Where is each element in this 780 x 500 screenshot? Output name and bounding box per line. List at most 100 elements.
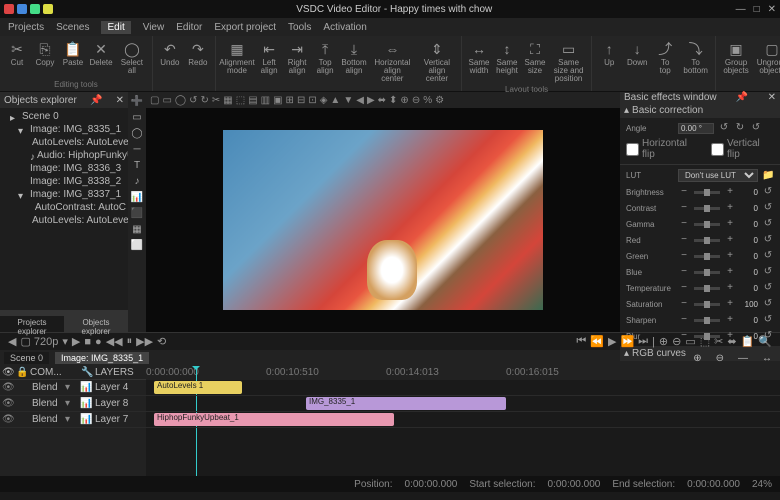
dec-button[interactable]: − — [678, 186, 690, 198]
preview-tool[interactable]: ◯ — [175, 95, 186, 106]
preview-tool[interactable]: ⚙ — [435, 95, 444, 106]
transport-button[interactable]: 🔍 — [758, 335, 772, 348]
same-width-button[interactable]: ↔Same width — [466, 38, 492, 77]
transport-button[interactable]: ⊖ — [672, 335, 681, 348]
layer-row[interactable]: 👁Blend▾📊Layer 7 — [0, 412, 146, 428]
tool-button[interactable]: ⬛ — [130, 206, 144, 220]
menu-activation[interactable]: Activation — [323, 22, 366, 33]
saturation-slider[interactable] — [694, 303, 720, 306]
inc-button[interactable]: + — [724, 266, 736, 278]
preview-canvas[interactable] — [146, 108, 620, 332]
brightness-slider[interactable] — [694, 191, 720, 194]
rotate-ccw-icon[interactable]: ↺ — [718, 122, 730, 134]
top-align-button[interactable]: ⤒Top align — [312, 38, 338, 77]
tool-button[interactable]: ▭ — [130, 110, 144, 124]
lut-select[interactable]: Don't use LUT — [678, 169, 758, 182]
maximize-icon[interactable]: □ — [754, 4, 760, 15]
menu-projects[interactable]: Projects — [8, 22, 44, 33]
copy-button[interactable]: ⎘Copy — [32, 38, 58, 69]
ungroup-objects-button[interactable]: ▢Ungroup objects — [754, 38, 780, 77]
left-align-button[interactable]: ⇤Left align — [256, 38, 282, 77]
tool-button[interactable]: 📊 — [130, 190, 144, 204]
preview-tool[interactable]: ⬌ — [378, 95, 386, 106]
transport-button[interactable]: ⏭ — [638, 335, 648, 348]
close-icon[interactable]: ✕ — [768, 4, 776, 15]
tool-button[interactable]: ♪ — [130, 174, 144, 188]
preview-tool[interactable]: ▶ — [367, 95, 375, 106]
red-slider[interactable] — [694, 239, 720, 242]
transport-button[interactable]: ▾ — [62, 335, 68, 348]
timeline-zoom[interactable]: ↔ — [758, 353, 776, 364]
tool-button[interactable]: T — [130, 158, 144, 172]
tool-button[interactable]: ⬜ — [130, 238, 144, 252]
minimize-icon[interactable]: — — [736, 4, 746, 15]
timeline-tab[interactable]: Image: IMG_8335_1 — [55, 352, 149, 364]
tree-item[interactable]: ▾Image: IMG_8337_1 — [2, 188, 126, 201]
dec-button[interactable]: − — [678, 218, 690, 230]
preview-tool[interactable]: ⊕ — [400, 95, 408, 106]
preview-tool[interactable]: ⬍ — [389, 95, 397, 106]
explorer-tab[interactable]: Projects explorer — [0, 316, 64, 332]
paste-button[interactable]: 📋Paste — [60, 38, 86, 69]
transport-button[interactable]: ■ — [84, 336, 91, 348]
sharpen-slider[interactable] — [694, 319, 720, 322]
preview-tool[interactable]: ⬚ — [236, 95, 245, 106]
preview-tool[interactable]: ◀ — [356, 95, 364, 106]
track[interactable]: HiphopFunkyUpbeat_1 — [146, 412, 780, 428]
section-basic-correction[interactable]: ▴ Basic correction — [620, 103, 780, 118]
temperature-slider[interactable] — [694, 287, 720, 290]
inc-button[interactable]: + — [724, 186, 736, 198]
to-bottom-button[interactable]: ⤵To bottom — [680, 38, 711, 77]
transport-button[interactable]: ▢ 720p — [20, 335, 58, 348]
preview-tool[interactable]: ↻ — [201, 95, 209, 106]
reset-icon[interactable]: ↺ — [762, 314, 774, 326]
preview-tool[interactable]: ⊖ — [412, 95, 420, 106]
preview-tool[interactable]: ◈ — [320, 95, 328, 106]
same-height-button[interactable]: ↕Same height — [494, 38, 520, 77]
reset-icon[interactable]: ↺ — [762, 298, 774, 310]
tree-item[interactable]: ▸Scene 0 — [2, 110, 126, 123]
inc-button[interactable]: + — [724, 314, 736, 326]
dec-button[interactable]: − — [678, 250, 690, 262]
rotate-cw-icon[interactable]: ↻ — [734, 122, 746, 134]
blue-slider[interactable] — [694, 271, 720, 274]
reset-icon[interactable]: ↺ — [762, 234, 774, 246]
transport-button[interactable]: ⏸ — [127, 335, 133, 348]
transport-button[interactable]: ▶ — [608, 335, 616, 348]
tree-item[interactable]: AutoLevels: AutoLeve — [2, 214, 126, 227]
clip[interactable]: IMG_8335_1 — [306, 397, 506, 410]
dec-button[interactable]: − — [678, 234, 690, 246]
menu-edit[interactable]: Edit — [101, 21, 130, 34]
layer-row[interactable]: 👁Blend▾📊Layer 8 — [0, 396, 146, 412]
track[interactable]: IMG_8335_1 — [146, 396, 780, 412]
close-panel-icon[interactable]: ✕ — [116, 95, 124, 106]
preview-tool[interactable]: ▼ — [343, 95, 353, 106]
transport-button[interactable]: ◀◀ — [106, 335, 123, 348]
reset-icon[interactable]: ↺ — [762, 186, 774, 198]
transport-button[interactable]: ▶ — [72, 335, 80, 348]
cut-button[interactable]: ✂Cut — [4, 38, 30, 69]
transport-button[interactable]: ⏪ — [590, 335, 604, 348]
select-all-button[interactable]: ◯Select all — [116, 38, 148, 77]
inc-button[interactable]: + — [724, 298, 736, 310]
transport-button[interactable]: ● — [95, 336, 102, 348]
to-top-button[interactable]: ⤴To top — [652, 38, 678, 77]
tool-button[interactable]: ▦ — [130, 222, 144, 236]
transport-button[interactable]: ⏩ — [620, 335, 634, 348]
transport-button[interactable]: 📋 — [741, 335, 755, 348]
reset-icon[interactable]: ↺ — [762, 282, 774, 294]
inc-button[interactable]: + — [724, 202, 736, 214]
inc-button[interactable]: + — [724, 218, 736, 230]
tree-item[interactable]: AutoLevels: AutoLeve — [2, 136, 126, 149]
dec-button[interactable]: − — [678, 202, 690, 214]
clip[interactable]: AutoLevels 1 — [154, 381, 242, 394]
transport-button[interactable]: ⊕ — [659, 335, 668, 348]
menu-tools[interactable]: Tools — [288, 22, 311, 33]
green-slider[interactable] — [694, 255, 720, 258]
inc-button[interactable]: + — [724, 282, 736, 294]
preview-tool[interactable]: ✂ — [212, 95, 220, 106]
same-size-button[interactable]: ⛶Same size — [522, 38, 548, 77]
preview-tool[interactable]: ▢ — [150, 95, 159, 106]
menu-editor[interactable]: Editor — [176, 22, 202, 33]
alignment-mode-button[interactable]: ▦Alignment mode — [220, 38, 254, 77]
